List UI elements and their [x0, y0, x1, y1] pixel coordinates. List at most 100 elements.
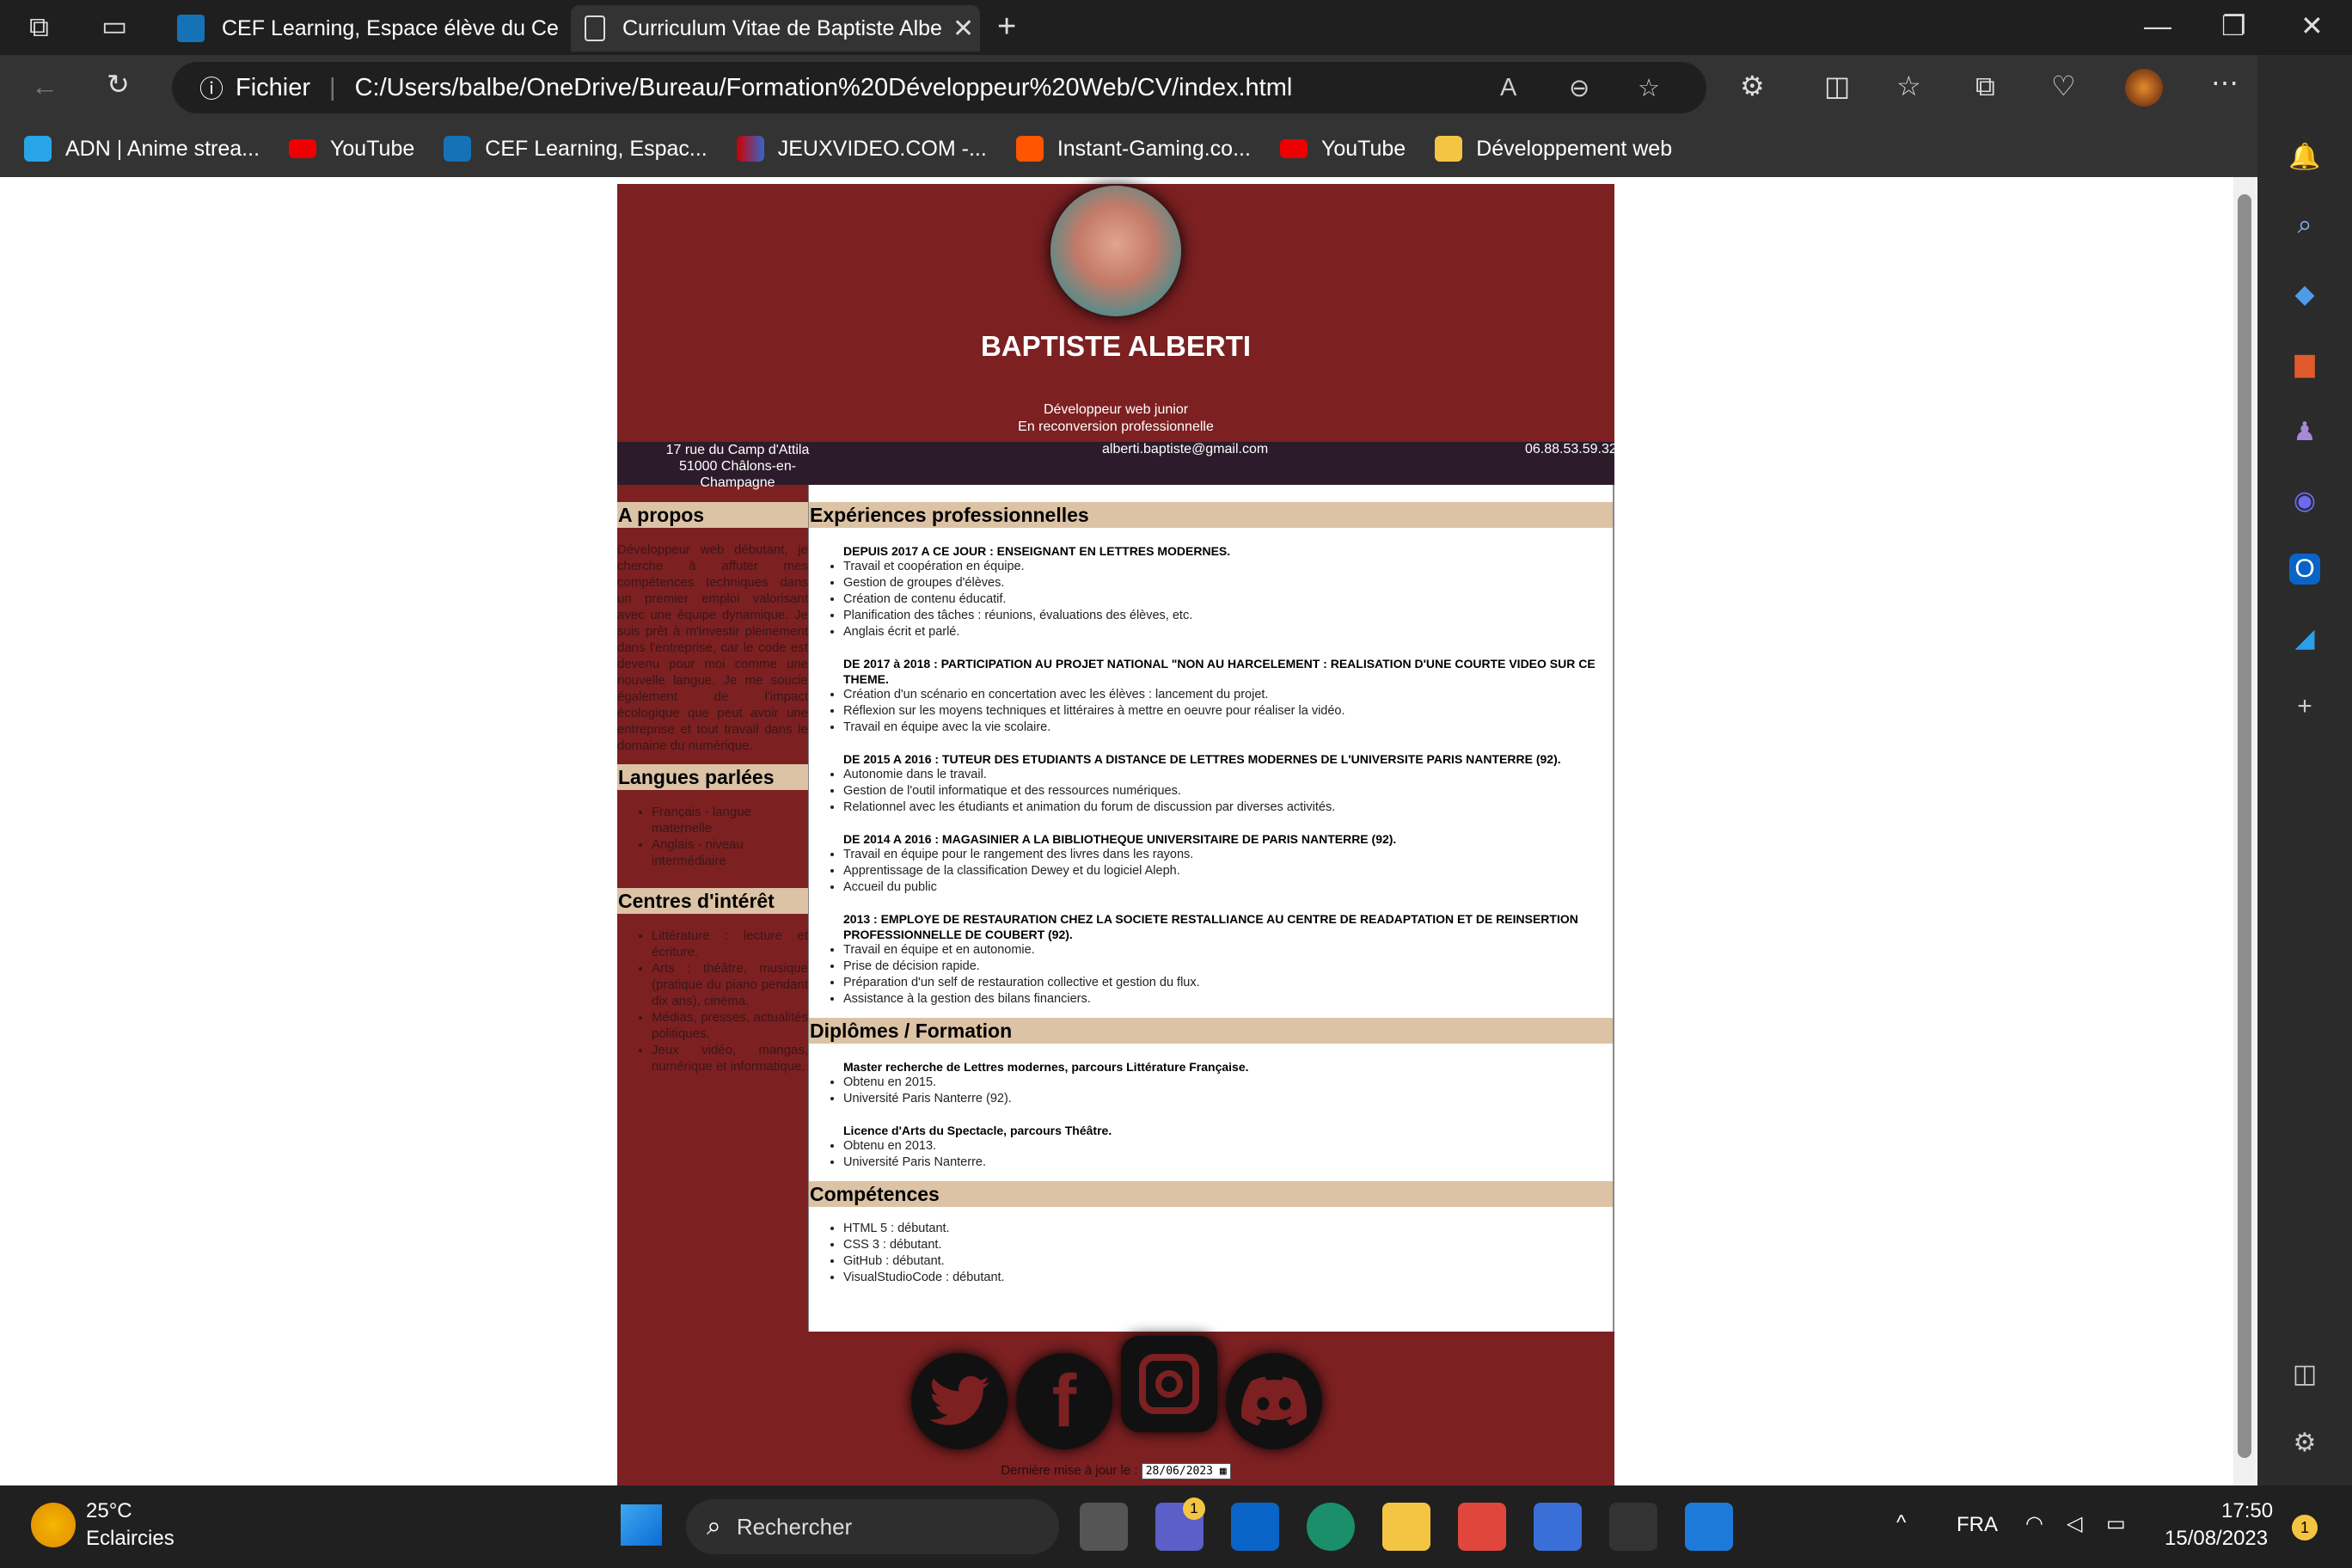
- collections-icon[interactable]: ⧉: [1975, 72, 1995, 100]
- edge-icon[interactable]: [1307, 1503, 1355, 1551]
- workspaces-icon[interactable]: ⧉: [29, 13, 49, 40]
- email-link[interactable]: alberti.baptiste@gmail.com: [1102, 442, 1268, 457]
- bookmark-folder-dev-web[interactable]: Développement web: [1435, 136, 1672, 162]
- list-item: Autonomie dans le travail.: [843, 767, 1613, 783]
- about-text: Développeur web débutant, je cherche à a…: [617, 542, 808, 753]
- interests-list: Littérature : lecture et écriture. Arts …: [617, 928, 808, 1075]
- experience-title: DE 2015 A 2016 : TUTEUR DES ETUDIANTS A …: [843, 752, 1561, 766]
- list-item: Anglais écrit et parlé.: [843, 624, 1613, 640]
- task-view-icon[interactable]: [1080, 1503, 1128, 1551]
- clock-time[interactable]: 17:50: [2221, 1499, 2273, 1523]
- jeuxvideo-icon: [736, 136, 764, 162]
- profile-avatar[interactable]: [2125, 69, 2163, 107]
- bookmark-cef[interactable]: CEF Learning, Espac...: [444, 136, 707, 162]
- tab-cv[interactable]: Curriculum Vitae de Baptiste Albe ✕: [571, 5, 980, 52]
- wifi-icon[interactable]: ◠: [2025, 1511, 2043, 1536]
- vscode-icon[interactable]: [1685, 1503, 1733, 1551]
- drop-icon[interactable]: ◢: [2289, 622, 2320, 653]
- read-aloud-icon[interactable]: A: [1500, 74, 1516, 102]
- interests-heading: Centres d'intérêt: [617, 888, 808, 914]
- bookmark-youtube-2[interactable]: YouTube: [1279, 136, 1406, 162]
- facebook-icon[interactable]: f: [1016, 1353, 1112, 1449]
- deezer-icon[interactable]: [1609, 1503, 1657, 1551]
- volume-icon[interactable]: ◁: [2067, 1511, 2082, 1536]
- bookmark-instant-gaming[interactable]: Instant-Gaming.co...: [1015, 136, 1251, 162]
- facebook-glyph: f: [1051, 1359, 1077, 1442]
- settings-gear-icon[interactable]: ⚙: [2289, 1427, 2320, 1458]
- extensions-icon[interactable]: ⚙: [1740, 72, 1765, 100]
- store-icon[interactable]: [1458, 1503, 1506, 1551]
- new-tab-icon[interactable]: +: [997, 10, 1016, 43]
- list-item: Prise de décision rapide.: [843, 959, 1613, 975]
- close-tab-icon[interactable]: ✕: [942, 14, 974, 44]
- bookmarks-bar: ADN | Anime strea... YouTube CEF Learnin…: [0, 120, 2257, 177]
- instagram-icon[interactable]: [1121, 1336, 1217, 1432]
- tab-actions-icon[interactable]: ▭: [101, 12, 127, 40]
- experience-title: 2013 : EMPLOYE DE RESTAURATION CHEZ LA S…: [843, 912, 1578, 941]
- outlook-icon[interactable]: O: [2289, 554, 2320, 585]
- languages-list: Français - langue maternelle Anglais - n…: [617, 804, 808, 869]
- scrollbar-thumb[interactable]: [2238, 194, 2251, 1458]
- bookmark-label: YouTube: [330, 136, 415, 161]
- input-language[interactable]: FRA: [1957, 1513, 1998, 1537]
- taskbar-search[interactable]: ⌕ Rechercher: [686, 1499, 1059, 1554]
- vertical-scrollbar[interactable]: [2233, 177, 2256, 1485]
- battery-icon[interactable]: ▭: [2106, 1511, 2126, 1536]
- refresh-icon[interactable]: ↻: [107, 70, 130, 98]
- clock-date[interactable]: 15/08/2023: [2165, 1527, 2268, 1551]
- twitter-icon[interactable]: [911, 1353, 1008, 1449]
- performance-icon[interactable]: ♡: [2051, 72, 2076, 100]
- favorite-star-icon[interactable]: ☆: [1638, 73, 1660, 103]
- restore-icon[interactable]: ❐: [2221, 12, 2246, 40]
- search-icon[interactable]: ⌕: [2289, 210, 2320, 241]
- mail-icon[interactable]: [1231, 1503, 1279, 1551]
- last-update-date[interactable]: 28/06/2023 ▦: [1141, 1463, 1231, 1479]
- split-screen-icon[interactable]: ◫: [1824, 72, 1850, 100]
- instagram-frame: [1139, 1354, 1199, 1414]
- back-icon[interactable]: ←: [31, 72, 58, 100]
- zoom-icon[interactable]: ⊖: [1569, 73, 1589, 103]
- bookmark-youtube[interactable]: YouTube: [289, 137, 414, 162]
- instagram-lens: [1155, 1370, 1183, 1398]
- address-block: 17 rue du Camp d'Attila 51000 Châlons-en…: [652, 442, 824, 491]
- show-hidden-icons[interactable]: ^: [1896, 1511, 1906, 1535]
- minimize-icon[interactable]: —: [2144, 12, 2171, 40]
- weather-icon[interactable]: [31, 1503, 76, 1547]
- close-tab-icon[interactable]: ✕: [559, 14, 567, 44]
- list-item: Gestion de groupes d'élèves.: [843, 575, 1613, 591]
- bookmark-jeuxvideo[interactable]: JEUXVIDEO.COM -...: [736, 136, 987, 162]
- cv-subtitle-job: Développeur web junior: [1043, 402, 1189, 417]
- list-item: Accueil du public: [843, 879, 1613, 896]
- games-icon[interactable]: ♟: [2289, 416, 2320, 447]
- close-window-icon[interactable]: ✕: [2300, 12, 2324, 40]
- url-field[interactable]: ⓘ Fichier | C:/Users/balbe/OneDrive/Bure…: [172, 62, 1706, 113]
- folder-icon: [1435, 136, 1463, 162]
- bookmark-adn[interactable]: ADN | Anime strea...: [24, 136, 260, 162]
- bookmark-label: YouTube: [1320, 136, 1406, 161]
- list-item: Relationnel avec les étudiants et animat…: [843, 799, 1613, 816]
- hide-sidebar-icon[interactable]: ◫: [2289, 1358, 2320, 1389]
- diplomas-heading: Diplômes / Formation: [809, 1018, 1613, 1044]
- shopping-icon[interactable]: ◆: [2289, 279, 2320, 309]
- experience-items: Travail en équipe et en autonomie. Prise…: [830, 942, 1613, 1008]
- discord-icon[interactable]: [1226, 1353, 1322, 1449]
- info-icon[interactable]: ⓘ: [199, 70, 224, 105]
- experience-items: Travail en équipe pour le rangement des …: [830, 847, 1613, 896]
- list-item: Université Paris Nanterre (92).: [843, 1091, 1613, 1107]
- microsoft365-icon[interactable]: ◉: [2289, 485, 2320, 516]
- languages-heading: Langues parlées: [617, 764, 808, 790]
- tab-cef-learning[interactable]: CEF Learning, Espace élève du Ce ✕: [163, 5, 567, 52]
- cv-subtitle-status: En reconversion professionnelle: [1018, 420, 1214, 434]
- list-item: HTML 5 : débutant.: [843, 1221, 1613, 1237]
- favorites-icon[interactable]: ☆: [1896, 72, 1921, 100]
- file-explorer-icon[interactable]: [1382, 1503, 1430, 1551]
- copilot-icon[interactable]: [1534, 1503, 1582, 1551]
- add-sidebar-app-icon[interactable]: +: [2289, 691, 2320, 722]
- more-menu-icon[interactable]: ⋯: [2211, 69, 2239, 96]
- list-item: CSS 3 : débutant.: [843, 1237, 1613, 1253]
- skills-list: HTML 5 : débutant. CSS 3 : débutant. Git…: [809, 1221, 1613, 1286]
- notification-badge[interactable]: 1: [2292, 1515, 2318, 1540]
- notifications-icon[interactable]: 🔔: [2288, 141, 2320, 172]
- windows-start-icon[interactable]: [621, 1504, 662, 1546]
- tools-icon[interactable]: ▆: [2289, 347, 2320, 378]
